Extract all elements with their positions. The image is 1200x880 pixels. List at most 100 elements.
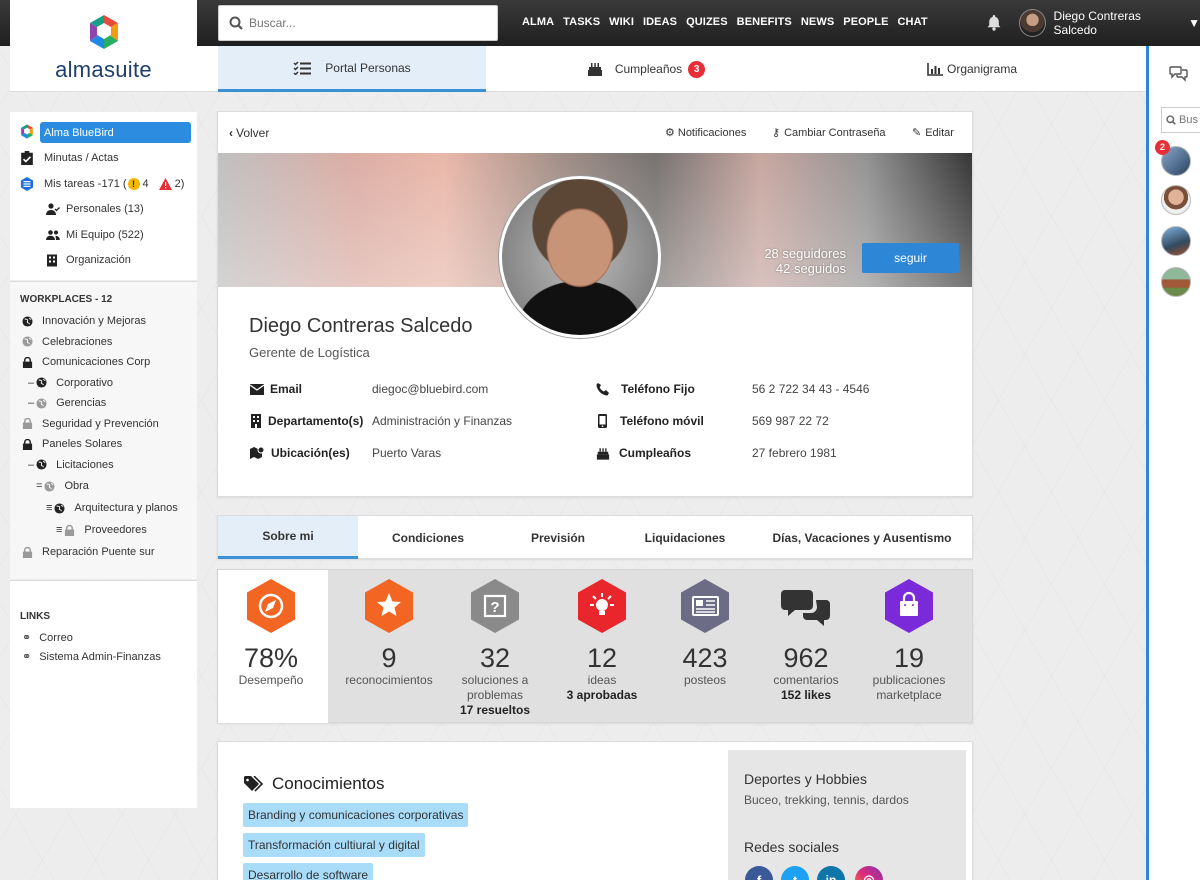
nav-ideas[interactable]: IDEAS bbox=[643, 16, 677, 28]
tree-prefix: ≡ bbox=[56, 524, 63, 536]
contact-avatar[interactable] bbox=[1161, 267, 1191, 297]
stat-newspaper[interactable]: 423 posteos bbox=[652, 570, 758, 688]
tab-cumpleanos[interactable]: Cumpleaños 3 bbox=[486, 46, 806, 92]
knowledge-chip[interactable]: Transformación cultiural y digital bbox=[243, 833, 425, 857]
field-ubicacion: Ubicación(es) bbox=[250, 446, 350, 460]
back-link[interactable]: ‹ Volver bbox=[229, 126, 269, 140]
stat-lightbulb[interactable]: 12 ideas 3 aprobadas bbox=[549, 570, 655, 703]
field-telefono-movil: Teléfono móvil bbox=[598, 414, 704, 428]
nav-news[interactable]: NEWS bbox=[801, 16, 834, 28]
tab-liquidaciones[interactable]: Liquidaciones bbox=[618, 516, 752, 559]
email-value[interactable]: diegoc@bluebird.com bbox=[372, 382, 488, 396]
field-telefono-fijo: Teléfono Fijo bbox=[596, 382, 695, 396]
lightbulb-icon bbox=[578, 579, 626, 633]
nav-people[interactable]: PEOPLE bbox=[843, 16, 888, 28]
sidebar-item-mi-equipo[interactable]: Mi Equipo (522) bbox=[10, 222, 197, 248]
stat-compass[interactable]: 78% Desempeño bbox=[218, 570, 324, 688]
workplace-item[interactable]: ≡ Proveedores bbox=[10, 519, 197, 541]
link-correo[interactable]: ⚭ Correo bbox=[10, 628, 197, 647]
back-label: Volver bbox=[236, 126, 270, 140]
mobile-icon bbox=[598, 414, 607, 428]
twitter-icon[interactable]: t bbox=[781, 866, 809, 880]
field-label: Teléfono móvil bbox=[620, 414, 704, 428]
tab-portal-personas[interactable]: Portal Personas bbox=[218, 46, 486, 92]
stat-star[interactable]: 9 reconocimientos bbox=[336, 570, 442, 688]
link-label: Correo bbox=[39, 631, 73, 644]
workplace-label: Corporativo bbox=[56, 376, 113, 389]
follow-button[interactable]: seguir bbox=[862, 243, 959, 273]
nav-alma[interactable]: ALMA bbox=[522, 16, 554, 28]
globe-icon bbox=[36, 459, 47, 470]
change-password-button[interactable]: ⚷ Cambiar Contraseña bbox=[772, 126, 886, 140]
workplace-item[interactable]: = Obra bbox=[10, 475, 197, 497]
workplace-item[interactable]: Seguridad y Prevención bbox=[10, 414, 197, 435]
stat-label-2: problemas bbox=[466, 688, 524, 702]
workplace-item[interactable]: Reparación Puente sur bbox=[10, 541, 197, 563]
nav-wiki[interactable]: WIKI bbox=[609, 16, 634, 28]
search-box[interactable] bbox=[218, 5, 498, 41]
right-search-placeholder: Bus bbox=[1179, 114, 1198, 126]
workplace-item[interactable]: ≡ Arquitectura y planos bbox=[10, 497, 197, 519]
following-count[interactable]: 42 seguidos bbox=[764, 261, 846, 276]
shopping-bag-icon bbox=[885, 579, 933, 633]
right-search-input[interactable]: Bus bbox=[1161, 107, 1200, 133]
sidebar-item-minutas[interactable]: Minutas / Actas bbox=[10, 146, 197, 172]
workplace-item[interactable]: – Licitaciones bbox=[10, 455, 197, 476]
bell-icon[interactable] bbox=[986, 14, 1002, 31]
stat-label: soluciones a bbox=[461, 673, 529, 687]
knowledge-title: Conocimientos bbox=[244, 774, 384, 794]
tab-portal-label: Portal Personas bbox=[325, 60, 411, 75]
sidebar-item-mis-tareas[interactable]: Mis tareas -171 ( ! 4 2) bbox=[10, 171, 197, 197]
nav-tasks[interactable]: TASKS bbox=[563, 16, 600, 28]
alert-count: 2) bbox=[174, 177, 185, 190]
caret-down-icon: ▼ bbox=[1188, 16, 1200, 30]
notifications-button[interactable]: ⚙ Notificaciones bbox=[665, 126, 746, 140]
workplace-item[interactable]: – Gerencias bbox=[10, 393, 197, 414]
knowledge-chip[interactable]: Branding y comunicaciones corporativas bbox=[243, 803, 469, 827]
tab-sobre-mi[interactable]: Sobre mi bbox=[218, 516, 358, 559]
tab-dias-vacaciones[interactable]: Días, Vacaciones y Ausentismo bbox=[752, 516, 972, 559]
chat-icon[interactable] bbox=[1169, 64, 1189, 82]
nav-quizes[interactable]: QUIZES bbox=[686, 16, 728, 28]
workplace-item[interactable]: Paneles Solares bbox=[10, 434, 197, 455]
question-icon: ? bbox=[471, 579, 519, 633]
nav-chat[interactable]: CHAT bbox=[898, 16, 928, 28]
link-sistema-admin-finanzas[interactable]: ⚭ Sistema Admin-Finanzas bbox=[10, 647, 197, 666]
search-icon bbox=[229, 16, 243, 30]
stat-shopping-bag[interactable]: 19 publicaciones marketplace bbox=[856, 570, 962, 703]
facebook-icon[interactable]: f bbox=[745, 866, 773, 880]
tree-prefix: = bbox=[36, 480, 43, 492]
workplace-item[interactable]: Celebraciones bbox=[10, 332, 197, 353]
linkedin-icon[interactable]: in bbox=[817, 866, 845, 880]
contact-avatar[interactable] bbox=[1161, 226, 1191, 256]
knowledge-title-text: Conocimientos bbox=[272, 774, 385, 793]
list-check-icon bbox=[293, 60, 312, 75]
stat-number: 12 bbox=[586, 643, 618, 673]
search-input[interactable] bbox=[249, 16, 479, 30]
stat-question[interactable]: ? 32 soluciones a problemas 17 resueltos bbox=[442, 570, 548, 718]
workplace-item[interactable]: Comunicaciones Corp bbox=[10, 352, 197, 373]
stat-label-2: marketplace bbox=[876, 688, 942, 702]
instagram-icon[interactable]: ◎ bbox=[855, 866, 883, 880]
tab-cumpleanos-label: Cumpleaños bbox=[614, 62, 683, 76]
tab-condiciones[interactable]: Condiciones bbox=[358, 516, 498, 559]
logo-box[interactable]: almasuite bbox=[10, 0, 197, 92]
hobbies-value: Buceo, trekking, tennis, dardos bbox=[744, 793, 909, 807]
user-menu[interactable]: Diego Contreras Salcedo ▼ bbox=[1019, 9, 1200, 37]
tab-organigrama[interactable]: Organigrama bbox=[806, 46, 1138, 92]
followers-count[interactable]: 28 seguidores bbox=[764, 246, 846, 261]
edit-button[interactable]: ✎ Editar bbox=[912, 126, 954, 140]
sidebar-item-alma-bluebird[interactable]: Alma BlueBird bbox=[10, 120, 197, 146]
workplace-item[interactable]: – Corporativo bbox=[10, 373, 197, 394]
contact-avatar[interactable] bbox=[1161, 185, 1191, 215]
nav-benefits[interactable]: BENEFITS bbox=[737, 16, 792, 28]
field-label: Teléfono Fijo bbox=[621, 382, 695, 396]
workplace-item[interactable]: Innovación y Mejoras bbox=[10, 311, 197, 332]
stat-comments[interactable]: 962 comentarios 152 likes bbox=[753, 570, 859, 703]
tab-prevision[interactable]: Previsión bbox=[498, 516, 618, 559]
knowledge-chip[interactable]: Desarrollo de software bbox=[243, 863, 374, 880]
search-icon bbox=[1166, 115, 1176, 125]
sidebar-item-personales[interactable]: Personales (13) bbox=[10, 197, 197, 223]
sidebar-item-organizacion[interactable]: Organización bbox=[10, 248, 197, 274]
birthdays-count-badge: 3 bbox=[688, 60, 706, 78]
